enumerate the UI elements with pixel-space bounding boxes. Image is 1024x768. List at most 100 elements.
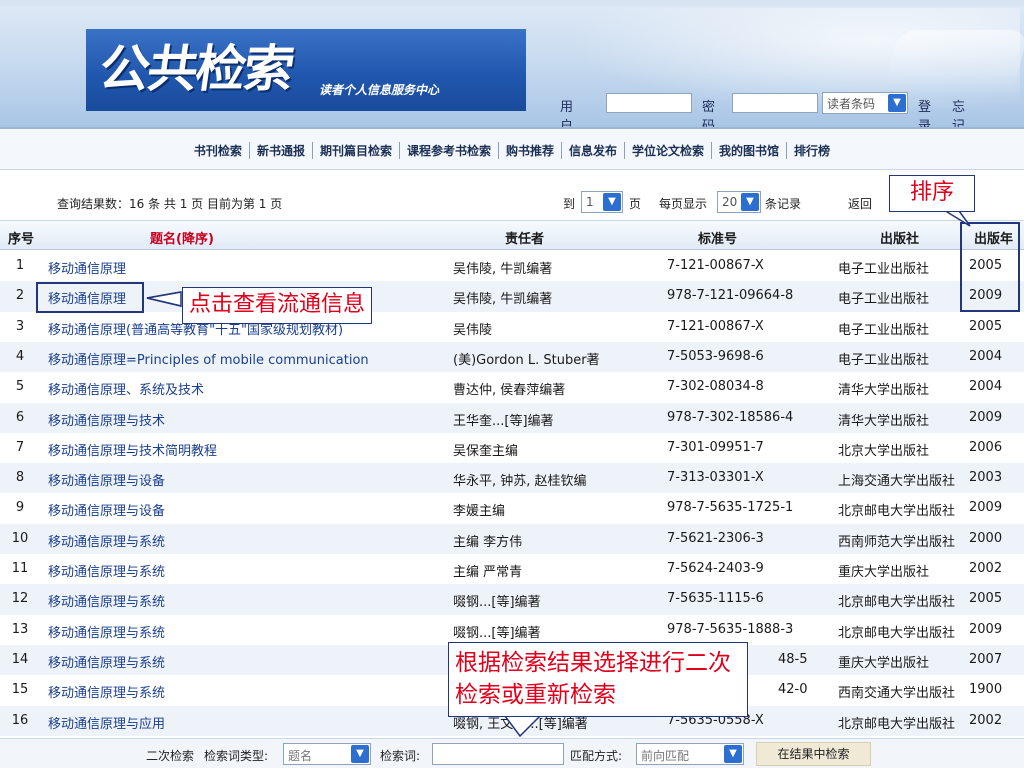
nav-item-book-search[interactable]: 书刊检索: [187, 142, 249, 159]
row-author: 主编 严常青: [453, 565, 523, 580]
match-mode-select[interactable]: 前向匹配 ▼: [636, 743, 744, 765]
table-row: 3 移动通信原理(普通高等教育"十五"国家级规划教材) 吴伟陵 7-121-00…: [0, 311, 1024, 342]
forgot-password-link[interactable]: 忘记密码: [952, 96, 965, 127]
row-isbn: 48-5: [778, 651, 808, 667]
row-title-link[interactable]: 移动通信原理与技术: [48, 410, 165, 429]
row-isbn: 7-121-00867-X: [667, 318, 764, 334]
login-link[interactable]: 登录: [918, 96, 931, 127]
row-isbn: 7-302-08034-8: [667, 379, 764, 395]
search-type-label: 检索词类型:: [204, 749, 269, 763]
row-year: 2000: [969, 530, 1003, 546]
row-author: 曹达仲, 侯春萍编著: [453, 383, 566, 399]
password-label: 密码: [702, 100, 716, 127]
logo-title: 公共检索: [95, 39, 297, 98]
table-row: 5 移动通信原理、系统及技术 曹达仲, 侯春萍编著 7-302-08034-8 …: [0, 372, 1024, 403]
nav-item-journal-articles[interactable]: 期刊篇目检索: [311, 142, 399, 159]
column-header-title[interactable]: 题名(降序): [150, 228, 214, 247]
search-type-value: 题名: [288, 749, 313, 763]
row-title-link[interactable]: 移动通信原理、系统及技术: [48, 379, 204, 398]
username-input[interactable]: [606, 93, 692, 113]
nav-item-announcements[interactable]: 信息发布: [561, 142, 624, 159]
row-number: 4: [15, 348, 25, 364]
back-link[interactable]: 返回: [848, 195, 872, 212]
row-number: 1: [15, 258, 25, 273]
column-header-publisher[interactable]: 出版社: [880, 228, 919, 247]
row-publisher: 上海交通大学出版社: [838, 474, 956, 490]
table-row: 11 移动通信原理与系统 主编 严常青 7-5624-2403-9 重庆大学出版…: [0, 554, 1024, 585]
row-title-link[interactable]: 移动通信原理=Principles of mobile communicatio…: [48, 349, 369, 368]
login-type-select[interactable]: 读者条码 ▼: [822, 92, 908, 114]
row-author: 啜钢...[等]编著: [453, 625, 541, 641]
row-number: 10: [11, 530, 29, 546]
secondary-search-bar: 二次检索 检索词类型: 题名 ▼ 检索词: 匹配方式: 前向匹配 ▼ 在结果中检…: [0, 738, 1024, 768]
goto-page-value: 1: [586, 195, 594, 209]
title-label: 题名: [150, 232, 177, 247]
nav-item-ranking[interactable]: 排行榜: [786, 142, 837, 159]
row-number: 11: [11, 561, 29, 576]
username-label: 用户名: [560, 100, 574, 127]
click-callout: 点击查看流通信息: [182, 287, 373, 324]
results-table-header: 序号 题名(降序) 责任者 标准号 出版社 出版年: [0, 220, 1024, 250]
nav-item-purchase-recommend[interactable]: 购书推荐: [497, 142, 561, 159]
table-row: 4 移动通信原理=Principles of mobile communicat…: [0, 341, 1024, 373]
search-in-results-button[interactable]: 在结果中检索: [756, 742, 871, 766]
row-title-link[interactable]: 移动通信原理与设备: [48, 470, 165, 489]
row-title-link[interactable]: 移动通信原理: [48, 258, 126, 277]
main-nav: 书刊检索 新书通报 期刊篇目检索 课程参考书检索 购书推荐 信息发布 学位论文检索 我的图书馆…: [0, 127, 1024, 170]
column-header-isbn[interactable]: 标准号: [698, 228, 737, 247]
nav-item-new-books[interactable]: 新书通报: [248, 142, 312, 159]
row-number: 2: [15, 288, 25, 304]
row-year: 2006: [969, 439, 1003, 455]
row-year: 2009: [969, 500, 1003, 516]
secondary-search-label: 二次检索: [146, 749, 195, 763]
table-row: 1 移动通信原理 吴伟陵, 牛凯编著 7-121-00867-X 电子工业出版社…: [0, 251, 1024, 282]
nav-item-my-library[interactable]: 我的图书馆: [711, 142, 786, 159]
row-number: 15: [11, 682, 29, 698]
row-isbn: 7-121-00867-X: [667, 258, 764, 273]
goto-label: 到: [563, 197, 576, 211]
per-page-select[interactable]: 20 ▼: [717, 191, 761, 213]
table-row: 13 移动通信原理与系统 啜钢...[等]编著 978-7-5635-1888-…: [0, 614, 1024, 645]
result-info-bar: 查询结果数：16 条 共 1 页 目前为第 1 页 到 1 ▼ 页 每页显示 2…: [0, 185, 1024, 217]
nav-item-course-reference[interactable]: 课程参考书检索: [398, 142, 498, 159]
page-unit-label: 页: [629, 197, 642, 211]
column-header-author[interactable]: 责任者: [505, 228, 544, 247]
row-year: 2002: [969, 712, 1003, 728]
row-publisher: 北京邮电大学出版社: [838, 625, 956, 641]
search-type-select[interactable]: 题名 ▼: [283, 743, 371, 765]
row-title-link[interactable]: 移动通信原理与系统: [48, 682, 165, 701]
chevron-down-icon: ▼: [888, 94, 906, 112]
table-row: 7 移动通信原理与技术简明教程 吴保奎主编 7-301-09951-7 北京大学…: [0, 432, 1024, 464]
table-row: 6 移动通信原理与技术 王华奎...[等]编著 978-7-302-18586-…: [0, 402, 1024, 433]
row-year: 2009: [969, 409, 1003, 425]
row-isbn: 42-0: [778, 682, 808, 698]
row-publisher: 电子工业出版社: [838, 262, 930, 277]
row-publisher: 电子工业出版社: [838, 352, 930, 368]
row-title-link[interactable]: 移动通信原理与系统: [48, 591, 165, 610]
nav-item-thesis-search[interactable]: 学位论文检索: [624, 142, 711, 159]
row-isbn: 7-5624-2403-9: [667, 561, 764, 576]
row-title-link[interactable]: 移动通信原理与系统: [48, 561, 165, 580]
row-author: 李媛主编: [453, 504, 506, 520]
chevron-down-icon: ▼: [603, 193, 621, 211]
row-author: 华永平, 钟苏, 赵桂钦编: [453, 474, 587, 490]
row-number: 3: [15, 318, 25, 334]
row-publisher: 西南交通大学出版社: [838, 686, 956, 702]
row-title-link[interactable]: 移动通信原理与应用: [48, 713, 165, 732]
row-isbn: 7-5635-1115-6: [667, 591, 764, 607]
row-title-link[interactable]: 移动通信原理与技术简明教程: [48, 440, 217, 459]
row-author: 吴保奎主编: [453, 443, 519, 459]
row-title-link[interactable]: 移动通信原理与系统: [48, 622, 165, 641]
row-number: 14: [11, 651, 29, 667]
row-title-link[interactable]: 移动通信原理与系统: [48, 652, 165, 671]
table-row: 9 移动通信原理与设备 李媛主编 978-7-5635-1725-1 北京邮电大…: [0, 493, 1024, 524]
row-title-link[interactable]: 移动通信原理与设备: [48, 500, 165, 519]
year-highlight-box: [960, 222, 1020, 312]
column-header-no[interactable]: 序号: [8, 228, 34, 247]
goto-page-select[interactable]: 1 ▼: [581, 191, 623, 213]
row-author: 主编 李方伟: [453, 534, 523, 550]
password-input[interactable]: [732, 93, 818, 113]
row-title-link[interactable]: 移动通信原理与系统: [48, 531, 165, 550]
sort-order-hint: (降序): [176, 232, 214, 247]
keyword-input[interactable]: [432, 743, 564, 765]
